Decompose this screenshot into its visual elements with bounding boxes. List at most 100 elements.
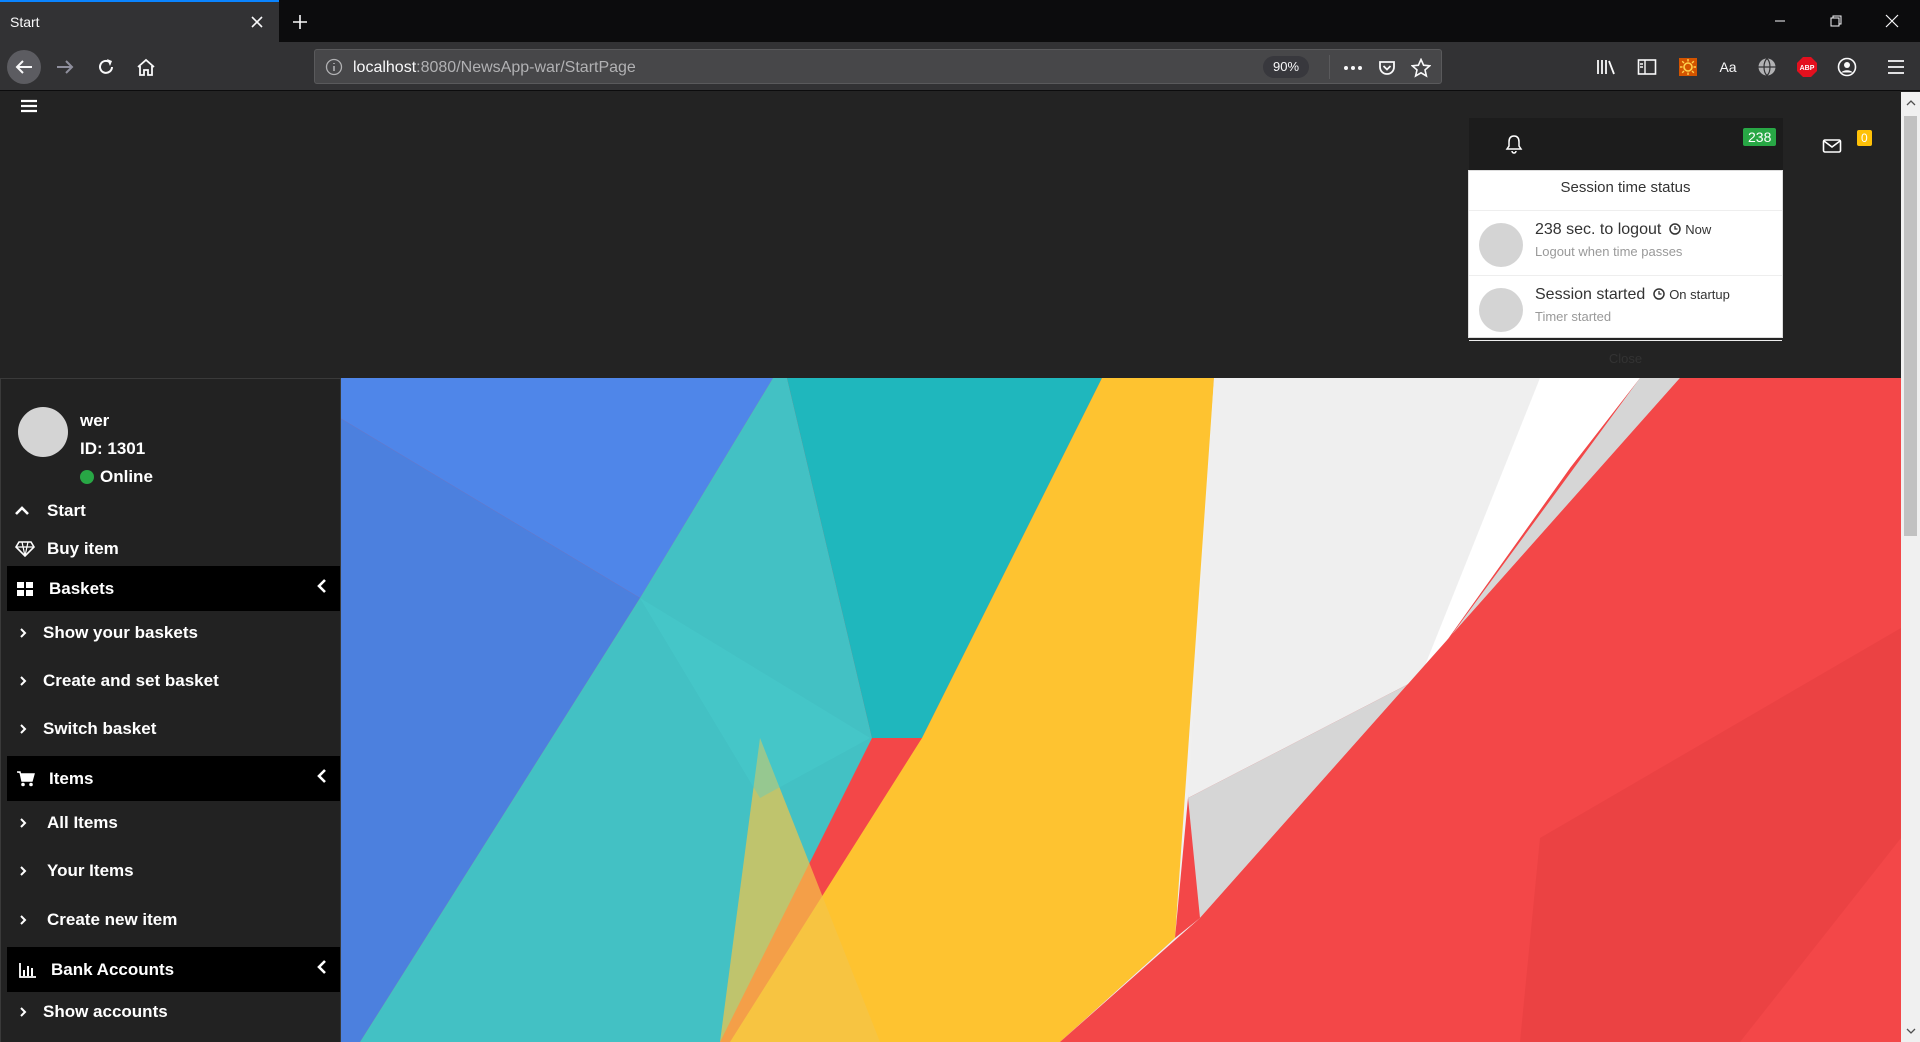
sidebar: wer ID: 1301 Online Start Buy item Baske… [0, 378, 341, 1042]
reader-mode-icon[interactable]: Aa [1715, 54, 1741, 80]
sidebar-item-label: Show accounts [43, 1002, 168, 1021]
chevron-left-icon [317, 959, 327, 975]
reload-button[interactable] [89, 50, 123, 84]
url-bar[interactable]: localhost:8080/NewsApp-war/StartPage 90% [314, 49, 1442, 84]
sidebar-item-create-basket[interactable]: Create and set basket [7, 659, 340, 703]
mail-icon[interactable] [1822, 138, 1842, 154]
user-status: Online [80, 467, 153, 487]
status-label: Online [100, 467, 153, 486]
url-separator [1329, 55, 1330, 79]
user-id: ID: 1301 [80, 439, 146, 458]
item-time: Now [1685, 222, 1712, 237]
zoom-level[interactable]: 90% [1263, 56, 1310, 78]
library-icon[interactable] [1594, 54, 1620, 80]
chevron-right-icon [19, 817, 33, 829]
new-tab-button[interactable] [284, 6, 316, 38]
section-label: Baskets [49, 578, 115, 598]
sidebar-section-items[interactable]: Items [7, 756, 340, 801]
sidebar-section-bank-accounts[interactable]: Bank Accounts [7, 947, 340, 992]
shopping-cart-icon [17, 770, 39, 787]
menu-icon[interactable] [1883, 54, 1909, 80]
page-scrollbar[interactable] [1901, 92, 1920, 1042]
sidebar-item-label: Start [47, 501, 86, 520]
diamond-icon [15, 541, 37, 557]
notification-toggle[interactable]: 238 [1469, 118, 1783, 170]
dropdown-header: Session time status [1469, 171, 1782, 211]
session-item-started[interactable]: Session started On startup Timer started [1469, 276, 1782, 341]
section-label: Items [49, 768, 94, 788]
sidebar-item-switch-basket[interactable]: Switch basket [7, 707, 340, 751]
chevron-up-icon [15, 506, 37, 516]
sidebar-item-label: Create and set basket [43, 671, 219, 690]
svg-text:ABP: ABP [1800, 65, 1815, 72]
scrollbar-thumb[interactable] [1904, 116, 1917, 536]
sidebar-item-label: Create new item [47, 910, 178, 929]
sidebar-item-buy[interactable]: Buy item [1, 529, 340, 569]
browser-tab[interactable]: Start [0, 0, 279, 42]
notification-count-badge: 238 [1743, 128, 1777, 146]
minimize-button[interactable] [1752, 0, 1808, 42]
dropdown-close-button[interactable]: Close [1469, 341, 1782, 377]
scroll-down-arrow-icon[interactable] [1901, 1022, 1920, 1040]
item-subtitle: Timer started [1535, 309, 1612, 324]
sidebar-toggle-icon[interactable] [1634, 54, 1660, 80]
online-status-dot [80, 470, 94, 484]
tab-title: Start [10, 14, 40, 30]
chevron-right-icon [19, 675, 33, 687]
chevron-right-icon [19, 627, 33, 639]
globe-icon[interactable] [1754, 54, 1780, 80]
web-page: 238 0 Session time status 238 sec. to lo… [0, 92, 1901, 1042]
adblock-icon[interactable]: ABP [1794, 54, 1820, 80]
section-label: Bank Accounts [51, 959, 175, 979]
tab-strip: Start [0, 0, 1920, 42]
sidebar-item-label: All Items [47, 813, 118, 832]
session-status-dropdown: Session time status 238 sec. to logout N… [1468, 170, 1783, 366]
item-title: 238 sec. to logout Now [1535, 221, 1712, 238]
item-subtitle: Logout when time passes [1535, 244, 1683, 259]
user-name: wer [80, 411, 110, 430]
close-tab-icon[interactable] [245, 10, 269, 34]
sidebar-item-show-baskets[interactable]: Show your baskets [7, 611, 340, 655]
restore-button[interactable] [1808, 0, 1864, 42]
sidebar-item-show-accounts[interactable]: Show accounts [7, 990, 340, 1034]
chevron-right-icon [19, 1006, 33, 1018]
navigation-toolbar: localhost:8080/NewsApp-war/StartPage 90%… [0, 42, 1920, 91]
session-item-logout[interactable]: 238 sec. to logout Now Logout when time … [1469, 211, 1782, 276]
sidebar-section-baskets[interactable]: Baskets [7, 566, 340, 611]
page-actions-icon[interactable] [1341, 56, 1365, 80]
pocket-icon[interactable] [1375, 56, 1399, 80]
bookmark-star-icon[interactable] [1409, 56, 1433, 80]
item-avatar [1479, 223, 1523, 267]
item-time: On startup [1669, 287, 1730, 302]
chevron-left-icon [317, 768, 327, 784]
sidebar-item-create-item[interactable]: Create new item [7, 898, 340, 942]
item-avatar [1479, 288, 1523, 332]
site-info-icon[interactable] [325, 58, 343, 76]
sidebar-item-your-items[interactable]: Your Items [7, 849, 340, 893]
extension-sun-icon[interactable] [1675, 54, 1701, 80]
clock-icon [1652, 288, 1665, 300]
account-icon[interactable] [1834, 54, 1860, 80]
forward-button[interactable] [48, 50, 82, 84]
sidebar-item-label: Show your baskets [43, 623, 198, 642]
back-button[interactable] [7, 50, 41, 84]
th-large-icon [17, 581, 39, 596]
chevron-right-icon [19, 914, 33, 926]
chevron-left-icon [317, 578, 327, 594]
sidebar-item-label: Your Items [47, 861, 134, 880]
sidebar-item-label: Buy item [47, 539, 119, 558]
bell-icon[interactable] [1505, 134, 1523, 154]
bar-chart-icon [19, 962, 41, 978]
item-title: Session started On startup [1535, 286, 1730, 303]
sidebar-item-all-items[interactable]: All Items [7, 801, 340, 845]
url-text: localhost:8080/NewsApp-war/StartPage [353, 59, 636, 76]
chevron-right-icon [19, 723, 33, 735]
hamburger-menu-icon[interactable] [20, 98, 40, 114]
chevron-right-icon [19, 865, 33, 877]
clock-icon [1669, 223, 1681, 235]
sidebar-item-start[interactable]: Start [1, 491, 340, 531]
mail-count-badge: 0 [1857, 130, 1872, 146]
home-button[interactable] [129, 50, 163, 84]
close-window-button[interactable] [1864, 0, 1920, 42]
scroll-up-arrow-icon[interactable] [1901, 94, 1920, 112]
